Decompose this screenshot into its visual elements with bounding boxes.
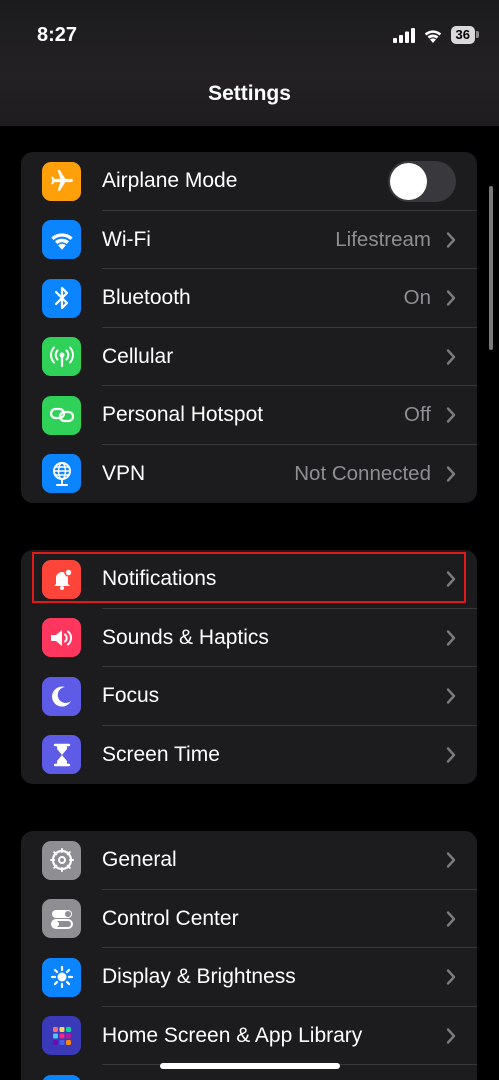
row-notifications[interactable]: Notifications xyxy=(21,550,477,609)
row-general[interactable]: General xyxy=(21,831,477,890)
row-label: Home Screen & App Library xyxy=(102,1023,363,1047)
airplane-mode-toggle[interactable] xyxy=(388,160,456,202)
wifi-status-icon xyxy=(424,29,441,43)
battery-indicator: 36 xyxy=(450,26,480,44)
row-label: Screen Time xyxy=(102,742,220,766)
row-screen-time[interactable]: Screen Time xyxy=(21,726,477,785)
status-icons: 36 xyxy=(392,26,480,44)
row-label: Display & Brightness xyxy=(102,965,296,989)
scroll-indicator[interactable] xyxy=(489,186,493,350)
chevron-right-icon xyxy=(446,232,456,248)
chevron-right-icon xyxy=(446,630,456,646)
partial-app-icon xyxy=(42,1074,81,1080)
row-label: General xyxy=(102,848,177,872)
gear-icon xyxy=(42,840,81,880)
airplane-icon xyxy=(42,161,81,201)
home-indicator[interactable] xyxy=(160,1063,340,1069)
row-control-center[interactable]: Control Center xyxy=(21,890,477,949)
row-value: On xyxy=(403,286,431,310)
sun-icon xyxy=(42,957,81,997)
row-label: Sounds & Haptics xyxy=(102,625,269,649)
row-label: VPN xyxy=(102,461,146,485)
cellular-icon xyxy=(42,337,81,377)
row-value: Not Connected xyxy=(294,461,431,485)
bell-icon xyxy=(42,559,81,599)
status-time: 8:27 xyxy=(37,24,78,46)
row-cellular[interactable]: Cellular xyxy=(21,328,477,387)
row-airplane-mode[interactable]: Airplane Mode xyxy=(21,152,477,211)
bluetooth-icon xyxy=(42,278,81,318)
row-vpn[interactable]: VPN Not Connected xyxy=(21,445,477,504)
row-label: Control Center xyxy=(102,906,239,930)
row-focus[interactable]: Focus xyxy=(21,667,477,726)
globe-icon xyxy=(42,454,81,494)
signal-icon xyxy=(392,27,415,43)
hotspot-icon xyxy=(42,395,81,435)
chevron-right-icon xyxy=(446,290,456,306)
row-bluetooth[interactable]: Bluetooth On xyxy=(21,269,477,328)
connectivity-group: Airplane Mode Wi-Fi Lifestream Bluetooth… xyxy=(21,152,477,503)
wifi-icon xyxy=(42,220,81,260)
hourglass-icon xyxy=(42,735,81,775)
moon-icon xyxy=(42,676,81,716)
chevron-right-icon xyxy=(446,911,456,927)
chevron-right-icon xyxy=(446,1028,456,1044)
general-group: General Control Center Display & Brightn… xyxy=(21,831,477,1080)
row-value: Off xyxy=(404,403,431,427)
chevron-right-icon xyxy=(446,688,456,704)
row-display-brightness[interactable]: Display & Brightness xyxy=(21,948,477,1007)
chevron-right-icon xyxy=(446,571,456,587)
row-label: Bluetooth xyxy=(102,286,191,310)
page-title: Settings xyxy=(208,82,291,105)
header: 8:27 36 Settings xyxy=(0,0,499,126)
chevron-right-icon xyxy=(446,852,456,868)
grid-icon xyxy=(42,1016,81,1056)
chevron-right-icon xyxy=(446,747,456,763)
row-wifi[interactable]: Wi-Fi Lifestream xyxy=(21,211,477,270)
row-label: Focus xyxy=(102,684,160,708)
row-value: Lifestream xyxy=(335,227,431,251)
row-home-screen[interactable]: Home Screen & App Library xyxy=(21,1007,477,1066)
row-label: Wi-Fi xyxy=(102,227,151,251)
speaker-icon xyxy=(42,618,81,658)
chevron-right-icon xyxy=(446,407,456,423)
row-label: Notifications xyxy=(102,567,217,591)
toggle-knob xyxy=(390,162,427,200)
toggles-icon xyxy=(42,899,81,939)
row-personal-hotspot[interactable]: Personal Hotspot Off xyxy=(21,386,477,445)
notifications-group: Notifications Sounds & Haptics Focus Scr… xyxy=(21,550,477,784)
chevron-right-icon xyxy=(446,349,456,365)
row-label: Cellular xyxy=(102,344,174,368)
chevron-right-icon xyxy=(446,969,456,985)
row-sounds-haptics[interactable]: Sounds & Haptics xyxy=(21,609,477,668)
chevron-right-icon xyxy=(446,466,456,482)
row-label: Personal Hotspot xyxy=(102,403,264,427)
row-label: Airplane Mode xyxy=(102,169,238,193)
